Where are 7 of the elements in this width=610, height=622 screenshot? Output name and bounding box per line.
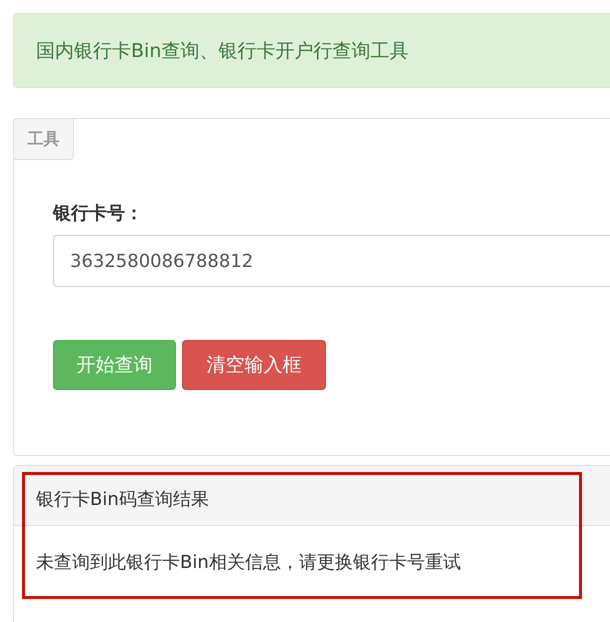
clear-button[interactable]: 清空输入框 <box>182 340 326 390</box>
alert-text: 国内银行卡Bin查询、银行卡开户行查询工具 <box>36 38 408 64</box>
field-label: 银行卡号： <box>53 202 144 226</box>
result-message: 未查询到此银行卡Bin相关信息，请更换银行卡号重试 <box>35 551 462 574</box>
search-button[interactable]: 开始查询 <box>53 340 176 390</box>
card-number-field[interactable]: 3632580086788812 <box>53 235 610 287</box>
result-title: 银行卡Bin码查询结果 <box>36 488 209 510</box>
